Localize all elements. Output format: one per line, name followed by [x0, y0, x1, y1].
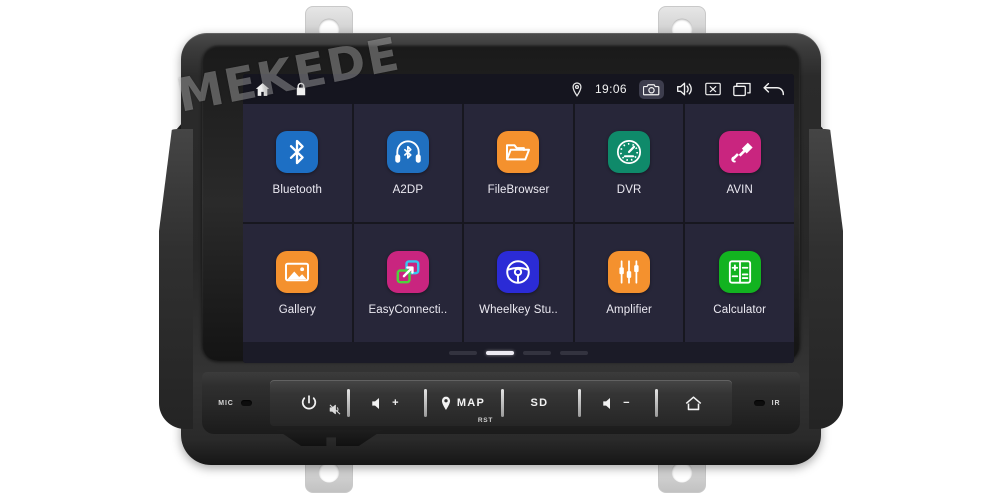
- ir-sensor: [753, 400, 765, 406]
- speedometer-icon: [608, 130, 651, 173]
- back-arrow-icon[interactable]: [763, 81, 785, 97]
- mic-area: MIC: [202, 372, 268, 434]
- page-dot-active[interactable]: [486, 350, 514, 355]
- close-box-icon[interactable]: [705, 82, 721, 96]
- app-label: Gallery: [278, 303, 316, 316]
- volume-up-button[interactable]: +: [347, 380, 424, 426]
- app-label: Amplifier: [606, 303, 652, 316]
- mic-hole: [240, 400, 252, 406]
- location-pin-icon: [571, 81, 583, 97]
- app-label: AVIN: [726, 183, 753, 196]
- equalizer-icon: [608, 250, 651, 293]
- folder-icon: [497, 130, 540, 173]
- volume-up-label: +: [392, 397, 400, 409]
- sd-card-slot[interactable]: SD: [501, 380, 578, 426]
- fascia-flare-right: [809, 129, 843, 429]
- speaker-icon: [603, 397, 611, 409]
- map-button[interactable]: MAP RST: [424, 380, 501, 426]
- sd-label: SD: [530, 397, 549, 409]
- page-dot[interactable]: [560, 350, 588, 355]
- status-bar: 19:06: [243, 74, 794, 104]
- fascia-flare-left: [159, 129, 193, 429]
- app-tile-gallery[interactable]: Gallery: [243, 224, 352, 342]
- app-label: A2DP: [392, 183, 424, 196]
- screen-bezel: 19:06 Bluetooth A2DP FileBrowser DVR AVI…: [202, 45, 800, 363]
- bluetooth-icon: [276, 130, 319, 173]
- app-tile-calculator[interactable]: Calculator: [685, 224, 794, 342]
- reset-label[interactable]: RST: [478, 417, 493, 424]
- app-tile-filebrowser[interactable]: FileBrowser: [464, 104, 573, 222]
- speaker-volume-icon[interactable]: [676, 81, 693, 97]
- app-label: DVR: [616, 183, 642, 196]
- speaker-icon: [372, 397, 380, 409]
- ir-area: IR: [734, 372, 800, 434]
- audio-plug-icon: [718, 130, 761, 173]
- app-tile-dvr[interactable]: DVR: [574, 104, 684, 222]
- mic-label: MIC: [218, 399, 234, 407]
- mute-icon[interactable]: [329, 402, 341, 420]
- page-dot[interactable]: [523, 350, 551, 355]
- power-button[interactable]: [270, 380, 347, 426]
- clock-time: 19:06: [594, 82, 627, 96]
- app-label: Bluetooth: [272, 183, 323, 196]
- app-tile-wheelkey-study[interactable]: Wheelkey Stu..: [464, 224, 573, 342]
- a2dp-headset-icon: [386, 130, 429, 173]
- camera-icon[interactable]: [639, 79, 664, 99]
- app-label: Wheelkey Stu..: [479, 303, 558, 316]
- hardware-button-bar: MIC + MAP RST SD − IR: [202, 372, 800, 434]
- map-label: MAP: [456, 397, 486, 409]
- car-head-unit: 19:06 Bluetooth A2DP FileBrowser DVR AVI…: [159, 33, 843, 465]
- app-tile-easyconnection[interactable]: EasyConnecti..: [353, 224, 463, 342]
- app-tile-avin[interactable]: AVIN: [685, 104, 794, 222]
- home-icon[interactable]: [254, 81, 271, 98]
- easyconnect-icon: [386, 250, 429, 293]
- location-pin-icon: [441, 396, 450, 410]
- app-label: FileBrowser: [487, 183, 550, 196]
- image-icon: [276, 250, 319, 293]
- app-tile-a2dp[interactable]: A2DP: [353, 104, 463, 222]
- lcd-screen: 19:06 Bluetooth A2DP FileBrowser DVR AVI…: [243, 74, 794, 363]
- app-tile-bluetooth[interactable]: Bluetooth: [243, 104, 352, 222]
- app-grid: Bluetooth A2DP FileBrowser DVR AVIN Gall…: [243, 104, 794, 342]
- home-icon: [685, 395, 702, 410]
- ir-label: IR: [771, 399, 781, 407]
- steering-wheel-icon: [497, 250, 540, 293]
- lock-icon[interactable]: [295, 82, 307, 96]
- page-indicator[interactable]: [243, 342, 794, 363]
- power-icon: [301, 395, 316, 410]
- hardware-buttons: + MAP RST SD −: [270, 380, 732, 426]
- calculator-icon: [718, 250, 761, 293]
- app-tile-amplifier[interactable]: Amplifier: [574, 224, 684, 342]
- volume-down-label: −: [623, 397, 631, 409]
- home-button[interactable]: [655, 380, 732, 426]
- recent-apps-icon[interactable]: [733, 82, 751, 97]
- page-dot[interactable]: [449, 350, 477, 355]
- volume-down-button[interactable]: −: [578, 380, 655, 426]
- app-label: Calculator: [713, 303, 767, 316]
- app-label: EasyConnecti..: [368, 303, 448, 316]
- screenshot-stage: 19:06 Bluetooth A2DP FileBrowser DVR AVI…: [0, 0, 1000, 500]
